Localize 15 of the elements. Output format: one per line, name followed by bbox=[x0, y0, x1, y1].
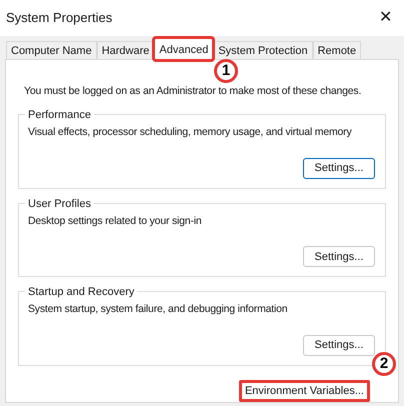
settings-button[interactable]: Settings... bbox=[303, 158, 375, 178]
group-description: Desktop settings related to your sign-in bbox=[28, 214, 203, 228]
tab[interactable]: Computer Name bbox=[6, 41, 97, 59]
admin-notice: You must be logged on as an Administrator to make most of these changes. bbox=[23, 84, 362, 99]
close-button[interactable]: ✕ bbox=[375, 6, 396, 30]
environment-variables-button[interactable]: Environment Variables... bbox=[238, 380, 370, 402]
tab[interactable]: System Protection bbox=[213, 41, 313, 59]
tab[interactable]: Advanced bbox=[154, 38, 214, 60]
window-title: System Properties bbox=[6, 9, 112, 28]
tab[interactable]: Remote bbox=[312, 41, 362, 59]
settings-button[interactable]: Settings... bbox=[303, 246, 375, 268]
tab[interactable]: Hardware bbox=[96, 41, 154, 59]
settings-button[interactable]: Settings... bbox=[303, 335, 375, 356]
group-description: Visual effects, processor scheduling, memory usage, and virtual memory bbox=[28, 124, 353, 140]
group-description: System startup, system failure, and debugging information bbox=[28, 302, 288, 318]
